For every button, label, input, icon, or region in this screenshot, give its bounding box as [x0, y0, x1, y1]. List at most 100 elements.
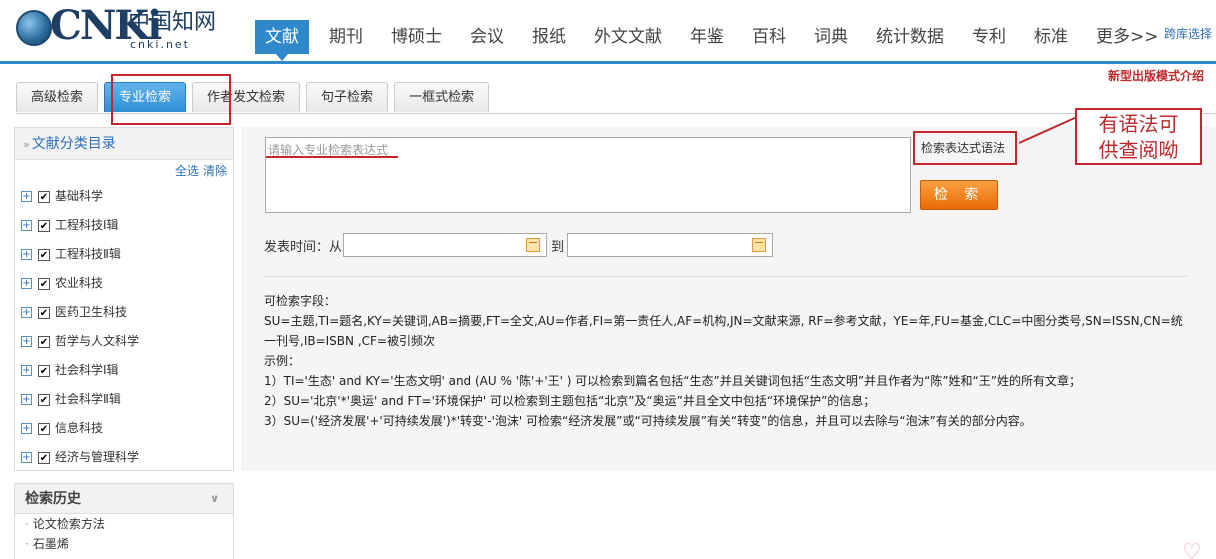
- category-item: + ✔ 医药卫生科技: [21, 298, 233, 327]
- select-all-link[interactable]: 全选: [175, 164, 199, 178]
- nav-item[interactable]: 统计数据: [868, 20, 952, 54]
- calendar-icon[interactable]: [526, 238, 540, 252]
- annotation-underline: [266, 156, 398, 158]
- history-item-label[interactable]: 论文检索方法: [33, 517, 105, 531]
- cnki-professional-search-page: CNKi 中国知网 cnki.net 文献 期刊 博硕士 会议 报纸 外文文献 年鉴 百科 词典…: [0, 0, 1216, 559]
- date-to-label: 到: [551, 240, 565, 255]
- help-text: 可检索字段： SU=主题,TI=题名,KY=关键词,AB=摘要,FT=全文,AU…: [264, 291, 1184, 431]
- expand-plus-icon[interactable]: +: [21, 336, 32, 347]
- globe-logo-icon: [16, 10, 52, 46]
- category-checkbox[interactable]: ✔: [38, 335, 50, 348]
- category-label[interactable]: 基础科学: [55, 182, 103, 211]
- category-checkbox[interactable]: ✔: [38, 248, 50, 261]
- category-item: + ✔ 工程科技Ⅱ辑: [21, 240, 233, 269]
- nav-item[interactable]: 博硕士: [383, 20, 450, 54]
- category-checkbox[interactable]: ✔: [38, 393, 50, 406]
- nav-item[interactable]: 词典: [806, 20, 856, 54]
- cnki-logo[interactable]: CNKi 中国知网 cnki.net: [16, 4, 226, 56]
- category-item: + ✔ 工程科技Ⅰ辑: [21, 211, 233, 240]
- category-checkbox[interactable]: ✔: [38, 364, 50, 377]
- category-label[interactable]: 工程科技Ⅰ辑: [55, 211, 119, 240]
- history-header[interactable]: 检索历史 ∨: [15, 484, 233, 514]
- examples-title: 示例：: [264, 354, 301, 368]
- clear-link[interactable]: 清除: [203, 164, 227, 178]
- category-label[interactable]: 农业科技: [55, 269, 103, 298]
- new-publication-mode-link[interactable]: 新型出版模式介绍: [1108, 67, 1204, 84]
- logo-domain-text: cnki.net: [130, 38, 190, 51]
- category-item: + ✔ 经济与管理科学: [21, 443, 233, 472]
- annotation-box-tab: [111, 74, 231, 125]
- category-item: + ✔ 哲学与人文科学: [21, 327, 233, 356]
- search-expression-textarea[interactable]: 请输入专业检索表达式: [265, 137, 911, 213]
- tab[interactable]: 高级检索: [16, 82, 99, 112]
- callout-line1: 有语法可: [1098, 112, 1179, 136]
- nav-item[interactable]: 年鉴: [682, 20, 732, 54]
- category-item: + ✔ 信息科技: [21, 414, 233, 443]
- search-mode-tabs: 高级检索 专业检索 作者发文检索 句子检索 一框式检索: [16, 82, 495, 114]
- fields-list: SU=主题,TI=题名,KY=关键词,AB=摘要,FT=全文,AU=作者,FI=…: [264, 314, 1183, 348]
- date-from-label: 发表时间：从: [264, 240, 343, 255]
- expand-plus-icon[interactable]: +: [21, 278, 32, 289]
- cross-library-select-link[interactable]: 跨库选择: [1164, 25, 1212, 42]
- category-item: + ✔ 社会科学Ⅰ辑: [21, 356, 233, 385]
- expand-plus-icon[interactable]: +: [21, 220, 32, 231]
- expand-plus-icon[interactable]: +: [21, 423, 32, 434]
- heart-icon: ♡: [1182, 540, 1202, 559]
- category-checkbox[interactable]: ✔: [38, 306, 50, 319]
- category-label[interactable]: 经济与管理科学: [55, 443, 139, 472]
- tab[interactable]: 一框式检索: [394, 82, 490, 112]
- expand-plus-icon[interactable]: +: [21, 365, 32, 376]
- expand-plus-icon[interactable]: +: [21, 394, 32, 405]
- expand-plus-icon[interactable]: +: [21, 307, 32, 318]
- nav-item[interactable]: 标准: [1026, 20, 1076, 54]
- category-label[interactable]: 医药卫生科技: [55, 298, 127, 327]
- category-label[interactable]: 工程科技Ⅱ辑: [55, 240, 121, 269]
- chevron-down-icon[interactable]: ∨: [210, 484, 219, 514]
- date-to-input[interactable]: [567, 233, 773, 257]
- nav-item[interactable]: 更多>>: [1088, 20, 1167, 54]
- sidebar-actions: 全选 清除: [15, 160, 233, 182]
- history-item[interactable]: · 石墨烯: [15, 534, 233, 554]
- divider: [264, 276, 1188, 277]
- nav-item[interactable]: 专利: [964, 20, 1014, 54]
- tab[interactable]: 句子检索: [306, 82, 389, 112]
- nav-item[interactable]: 会议: [462, 20, 512, 54]
- expand-plus-icon[interactable]: +: [21, 191, 32, 202]
- category-checkbox[interactable]: ✔: [38, 422, 50, 435]
- nav-item[interactable]: 报纸: [524, 20, 574, 54]
- category-checkbox[interactable]: ✔: [38, 219, 50, 232]
- nav-item[interactable]: 百科: [744, 20, 794, 54]
- category-checkbox[interactable]: ✔: [38, 190, 50, 203]
- expand-plus-icon[interactable]: +: [21, 249, 32, 260]
- search-history-panel: 检索历史 ∨ · 论文检索方法 · 石墨烯: [14, 483, 234, 559]
- nav-item[interactable]: 文献: [255, 20, 309, 61]
- nav-item[interactable]: 外文文献: [586, 20, 670, 54]
- category-checkbox[interactable]: ✔: [38, 277, 50, 290]
- category-label[interactable]: 哲学与人文科学: [55, 327, 139, 356]
- search-button[interactable]: 检 索: [920, 180, 998, 210]
- annotation-arrow: [1018, 116, 1078, 144]
- nav-item[interactable]: 期刊: [321, 20, 371, 54]
- category-checkbox[interactable]: ✔: [38, 451, 50, 464]
- history-item-label[interactable]: 石墨烯: [33, 537, 69, 551]
- category-label[interactable]: 社会科学Ⅱ辑: [55, 385, 121, 414]
- history-item[interactable]: · 论文检索方法: [15, 514, 233, 534]
- date-from-input[interactable]: [343, 233, 547, 257]
- syntax-help-link[interactable]: 检索表达式语法: [913, 131, 1017, 165]
- sidebar-title: 文献分类目录: [31, 136, 116, 152]
- example-1: 1）TI='生态' and KY='生态文明' and (AU % '陈'+'王…: [264, 374, 1081, 388]
- category-item: + ✔ 社会科学Ⅱ辑: [21, 385, 233, 414]
- header: CNKi 中国知网 cnki.net 文献 期刊 博硕士 会议 报纸 外文文献 年鉴 百科 词典…: [0, 0, 1216, 64]
- category-label[interactable]: 信息科技: [55, 414, 103, 443]
- calendar-icon[interactable]: [752, 238, 766, 252]
- example-2: 2）SU='北京'*'奥运' and FT='环境保护' 可以检索到主题包括“北…: [264, 394, 876, 408]
- expand-plus-icon[interactable]: +: [21, 452, 32, 463]
- main-nav: 文献 期刊 博硕士 会议 报纸 外文文献 年鉴 百科 词典 统计数据 专利 标准 更多>>: [255, 20, 1179, 61]
- history-list: · 论文检索方法 · 石墨烯: [15, 514, 233, 554]
- double-arrow-icon: »: [23, 138, 30, 151]
- callout-line2: 供查阅呦: [1098, 138, 1179, 162]
- annotation-callout: 有语法可 供查阅呦: [1075, 108, 1202, 165]
- fields-title: 可检索字段：: [264, 294, 337, 308]
- sidebar-header: » 文献分类目录: [15, 128, 233, 160]
- category-label[interactable]: 社会科学Ⅰ辑: [55, 356, 119, 385]
